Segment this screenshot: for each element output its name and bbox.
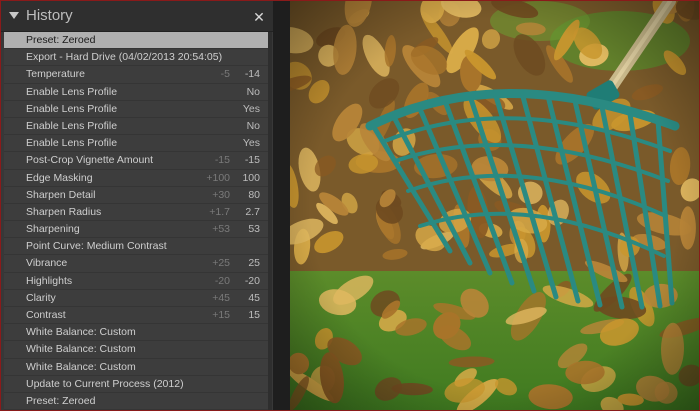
history-item[interactable]: Clarity +45 45 bbox=[4, 290, 268, 307]
triangle-down-icon[interactable] bbox=[9, 12, 19, 19]
history-item-value: 80 bbox=[248, 188, 260, 201]
history-item-label: Edge Masking bbox=[26, 171, 93, 184]
history-item-delta: -15 bbox=[214, 154, 230, 167]
history-item[interactable]: Enable Lens Profile No bbox=[4, 84, 268, 101]
history-item-label: Contrast bbox=[26, 309, 66, 321]
history-item[interactable]: Enable Lens Profile No bbox=[4, 118, 268, 136]
history-item-label: White Balance: Custom bbox=[26, 360, 136, 373]
history-item-label: White Balance: Custom bbox=[26, 326, 136, 339]
history-item[interactable]: Temperature -5 -14 bbox=[4, 66, 268, 84]
history-list: Preset: Zeroed Export - Hard Drive (04/02… bbox=[4, 32, 268, 410]
history-panel: History ✕ Preset: Zeroed Export - Hard Dr… bbox=[1, 1, 273, 410]
close-icon[interactable]: ✕ bbox=[251, 9, 267, 25]
history-item[interactable]: Highlights -20 -20 bbox=[4, 273, 268, 290]
history-item-label: Highlights bbox=[26, 274, 73, 287]
history-item-value: 25 bbox=[248, 257, 260, 270]
history-item[interactable]: Edge Masking +100 100 bbox=[4, 170, 268, 187]
scrollbar[interactable] bbox=[268, 32, 272, 410]
history-item-delta: +15 bbox=[212, 309, 230, 321]
history-item[interactable]: Sharpening +53 53 bbox=[4, 221, 268, 239]
history-item-label: Enable Lens Profile bbox=[26, 137, 118, 150]
history-item[interactable]: Preset: Zeroed bbox=[4, 32, 268, 50]
history-item-value: -14 bbox=[244, 68, 260, 81]
history-item-label: Export - Hard Drive (04/02/2013 20:54:05… bbox=[26, 51, 223, 64]
history-item[interactable]: Preset: Zeroed bbox=[4, 393, 268, 410]
history-item-label: Sharpening bbox=[26, 223, 80, 236]
history-item-label: Update to Current Process (2012) bbox=[26, 377, 184, 390]
history-item-label: Temperature bbox=[26, 68, 85, 81]
history-item-value: Yes bbox=[242, 137, 260, 150]
panel-title: History bbox=[26, 7, 73, 24]
history-item[interactable]: White Balance: Custom bbox=[4, 359, 268, 376]
history-item-value: 53 bbox=[248, 223, 260, 236]
history-item-value: -20 bbox=[244, 274, 260, 287]
history-item-delta: +25 bbox=[212, 257, 230, 270]
history-item[interactable]: Sharpen Radius +1.7 2.7 bbox=[4, 204, 268, 222]
history-item-label: Enable Lens Profile bbox=[26, 102, 118, 115]
history-item-label: Vibrance bbox=[26, 257, 68, 270]
history-item[interactable]: Vibrance +25 25 bbox=[4, 255, 268, 273]
history-item-value: 2.7 bbox=[245, 205, 260, 218]
history-item-label: White Balance: Custom bbox=[26, 343, 136, 356]
history-item-delta: -20 bbox=[214, 274, 230, 287]
history-item-value: Yes bbox=[242, 102, 260, 115]
history-item-delta: +45 bbox=[212, 291, 230, 304]
history-item-label: Enable Lens Profile bbox=[26, 119, 118, 132]
history-item-delta: +53 bbox=[212, 223, 230, 236]
history-item-value: 45 bbox=[248, 291, 260, 304]
history-item[interactable]: Enable Lens Profile Yes bbox=[4, 101, 268, 118]
photo-preview bbox=[290, 1, 699, 410]
history-item-label: Sharpen Detail bbox=[26, 188, 96, 201]
history-item-value: 15 bbox=[248, 309, 260, 321]
history-item-delta: +1.7 bbox=[209, 205, 230, 218]
history-item-value: No bbox=[246, 119, 260, 132]
history-item-label: Clarity bbox=[26, 291, 56, 304]
history-item-label: Sharpen Radius bbox=[26, 205, 102, 218]
history-item[interactable]: Enable Lens Profile Yes bbox=[4, 135, 268, 153]
history-item[interactable]: Point Curve: Medium Contrast bbox=[4, 238, 268, 256]
app-frame: History ✕ Preset: Zeroed Export - Hard Dr… bbox=[0, 0, 700, 411]
history-panel-header[interactable]: History ✕ bbox=[1, 1, 273, 32]
history-item-value: No bbox=[246, 85, 260, 98]
history-item-delta: +30 bbox=[212, 188, 230, 201]
photo-image bbox=[290, 1, 699, 410]
history-item-value: 100 bbox=[242, 171, 260, 184]
history-item[interactable]: White Balance: Custom bbox=[4, 324, 268, 342]
history-item[interactable]: Update to Current Process (2012) bbox=[4, 376, 268, 393]
history-item-label: Preset: Zeroed bbox=[26, 394, 96, 407]
history-item[interactable]: Post-Crop Vignette Amount -15 -15 bbox=[4, 152, 268, 170]
history-item[interactable]: Export - Hard Drive (04/02/2013 20:54:05… bbox=[4, 49, 268, 67]
history-item-label: Post-Crop Vignette Amount bbox=[26, 154, 154, 167]
history-item-label: Point Curve: Medium Contrast bbox=[26, 240, 167, 253]
history-item-delta: -5 bbox=[220, 68, 230, 81]
history-item[interactable]: Sharpen Detail +30 80 bbox=[4, 187, 268, 204]
history-item-label: Enable Lens Profile bbox=[26, 85, 118, 98]
history-item-delta: +100 bbox=[206, 171, 230, 184]
history-item-value: -15 bbox=[244, 154, 260, 167]
history-item[interactable]: White Balance: Custom bbox=[4, 341, 268, 359]
history-item[interactable]: Contrast +15 15 bbox=[4, 307, 268, 325]
history-item-label: Preset: Zeroed bbox=[26, 34, 96, 46]
